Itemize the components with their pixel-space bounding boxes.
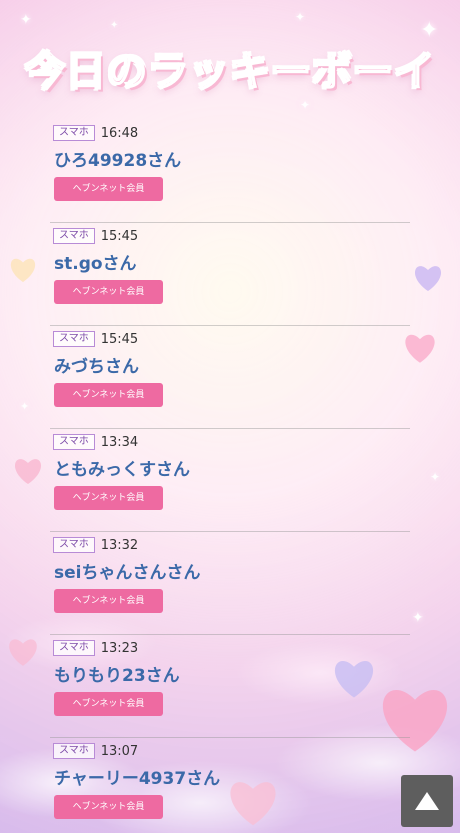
sparkle-icon: ✦ bbox=[430, 470, 441, 484]
member-badge: ヘブンネット会員 bbox=[54, 692, 163, 716]
device-badge: スマホ bbox=[53, 434, 95, 450]
device-badge: スマホ bbox=[53, 125, 95, 141]
list-item: スマホ 16:48 ひろ49928さん ヘブンネット会員 bbox=[50, 120, 410, 223]
sparkle-icon: ✦ bbox=[412, 610, 424, 626]
entry-meta: スマホ 13:34 bbox=[50, 433, 410, 451]
device-badge: スマホ bbox=[53, 228, 95, 244]
entry-meta: スマホ 16:48 bbox=[50, 124, 410, 142]
list-item: スマホ 13:34 ともみっくすさん ヘブンネット会員 bbox=[50, 429, 410, 532]
heart-icon bbox=[414, 266, 442, 291]
entry-time: 16:48 bbox=[100, 125, 139, 141]
sparkle-icon: ✦ bbox=[20, 12, 32, 28]
member-badge: ヘブンネット会員 bbox=[54, 383, 163, 407]
user-name: もりもり23さん bbox=[54, 666, 180, 686]
entry-time: 13:23 bbox=[100, 640, 139, 656]
entry-time: 13:34 bbox=[100, 434, 139, 450]
user-name: チャーリー4937さん bbox=[54, 769, 221, 789]
page-title: 今日のラッキーボーイ bbox=[24, 48, 435, 96]
member-badge: ヘブンネット会員 bbox=[54, 589, 163, 613]
device-badge: スマホ bbox=[53, 743, 95, 759]
entry-meta: スマホ 15:45 bbox=[50, 330, 410, 348]
list-item: スマホ 13:07 チャーリー4937さん ヘブンネット会員 bbox=[50, 738, 410, 833]
device-badge: スマホ bbox=[53, 640, 95, 656]
triangle-up-icon bbox=[415, 792, 439, 810]
heart-icon bbox=[9, 639, 37, 666]
scroll-to-top-button[interactable] bbox=[401, 775, 453, 827]
device-badge: スマホ bbox=[53, 537, 95, 553]
heart-icon bbox=[14, 459, 42, 484]
user-name: みづちさん bbox=[54, 357, 139, 377]
user-name: seiちゃんさんさん bbox=[54, 563, 201, 583]
user-name: ともみっくすさん bbox=[54, 460, 190, 480]
list-item: スマホ 13:23 もりもり23さん ヘブンネット会員 bbox=[50, 635, 410, 738]
header: 今日のラッキーボーイ bbox=[0, 28, 460, 108]
list-item: スマホ 15:45 みづちさん ヘブンネット会員 bbox=[50, 326, 410, 429]
member-badge: ヘブンネット会員 bbox=[54, 486, 163, 510]
list-item: スマホ 13:32 seiちゃんさんさん ヘブンネット会員 bbox=[50, 532, 410, 635]
entry-meta: スマホ 13:23 bbox=[50, 639, 410, 657]
device-badge: スマホ bbox=[53, 331, 95, 347]
lucky-boy-list: スマホ 16:48 ひろ49928さん ヘブンネット会員 スマホ 15:45 s… bbox=[50, 120, 410, 833]
sparkle-icon: ✦ bbox=[295, 10, 306, 24]
member-badge: ヘブンネット会員 bbox=[54, 177, 163, 201]
entry-meta: スマホ 15:45 bbox=[50, 227, 410, 245]
heart-icon bbox=[10, 258, 36, 283]
user-name: ひろ49928さん bbox=[54, 151, 182, 171]
sparkle-icon: ✦ bbox=[20, 400, 30, 413]
user-name: st.goさん bbox=[54, 254, 137, 274]
entry-meta: スマホ 13:32 bbox=[50, 536, 410, 554]
member-badge: ヘブンネット会員 bbox=[54, 795, 163, 819]
entry-meta: スマホ 13:07 bbox=[50, 742, 410, 760]
list-item: スマホ 15:45 st.goさん ヘブンネット会員 bbox=[50, 223, 410, 326]
member-badge: ヘブンネット会員 bbox=[54, 280, 163, 304]
entry-time: 15:45 bbox=[100, 228, 139, 244]
entry-time: 13:07 bbox=[100, 743, 139, 759]
entry-time: 15:45 bbox=[100, 331, 139, 347]
entry-time: 13:32 bbox=[100, 537, 139, 553]
